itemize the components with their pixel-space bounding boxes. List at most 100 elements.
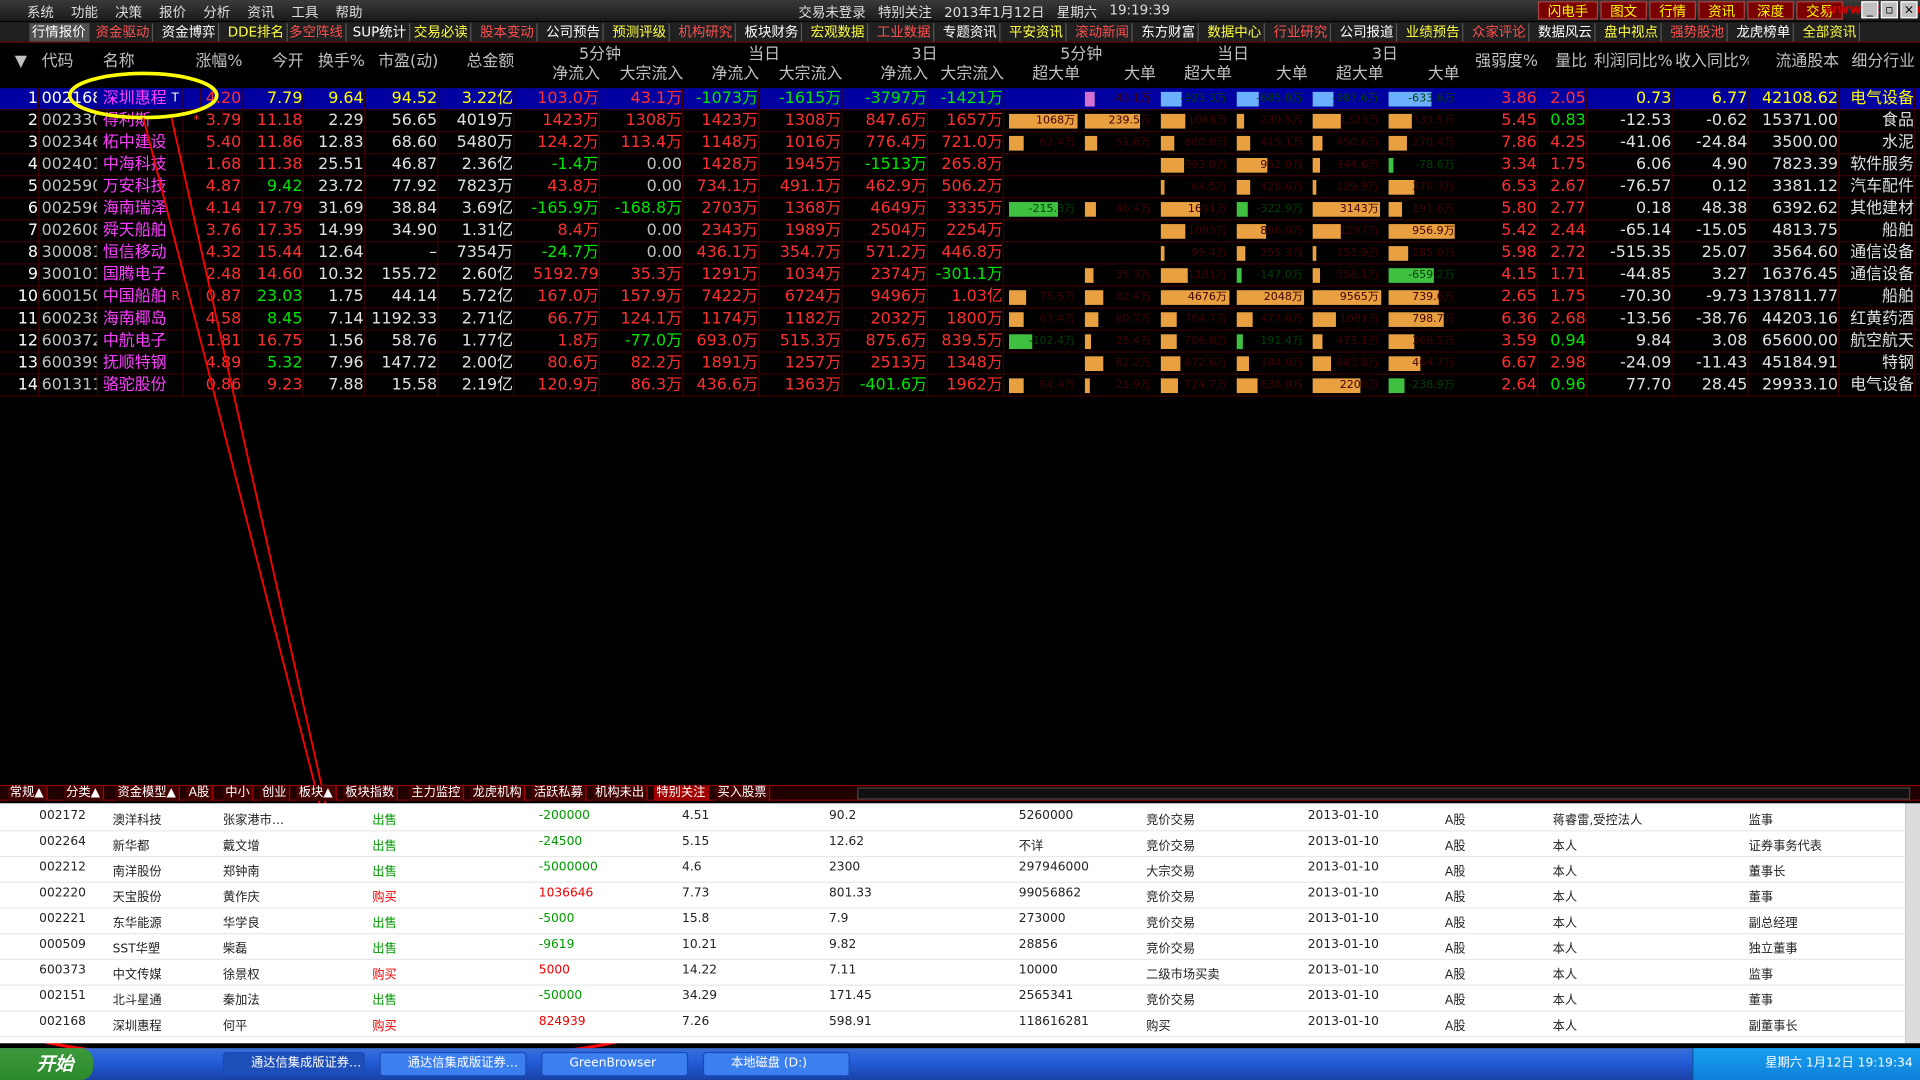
stock-row[interactable]: 13 600399 抚顺特钢 4.89 5.32 7.96 147.72 2.00亿 80.6万…	[0, 352, 1920, 375]
header-col[interactable]: 流通股本	[1751, 51, 1840, 73]
top-tab[interactable]: 数据中心	[1205, 23, 1265, 42]
header-col[interactable]: 市盈(动)	[367, 51, 438, 73]
top-tab[interactable]: 全部资讯	[1800, 23, 1861, 42]
header-col[interactable]: 大宗流入	[931, 64, 1004, 86]
header-col[interactable]: 大宗流入	[762, 64, 843, 86]
top-tab[interactable]: SUP统计	[350, 23, 410, 42]
menu-item-function[interactable]: 功能	[71, 2, 115, 22]
header-col[interactable]: 大单	[1386, 64, 1460, 86]
top-tab[interactable]: 行业研究	[1271, 23, 1332, 42]
top-tab[interactable]: 机构研究	[676, 23, 736, 42]
top-tab[interactable]: 平安资讯	[1007, 23, 1067, 42]
stock-row[interactable]: 4 002401 中海科技 1.68 11.38 25.51 46.87 2.36亿 -1.4万…	[0, 154, 1920, 177]
header-col[interactable]: 大宗流入	[602, 64, 684, 86]
bottom-tab[interactable]: 主力监控	[408, 786, 465, 801]
trade-row[interactable]: 600373 中文传媒 徐景权 购买 5000 14.22 7.11 10000 二级市场买卖 2…	[0, 960, 1906, 986]
header-col[interactable]: 超大单	[1007, 64, 1080, 86]
stock-row[interactable]: 9 300101 国腾电子 2.48 14.60 10.32 155.72 2.60亿 5192…	[0, 264, 1920, 287]
menu-item-tools[interactable]: 工具	[291, 2, 335, 22]
stock-row[interactable]: 3 002346 柘中建设 5.40 11.86 12.83 68.60 5480万 124.2…	[0, 132, 1920, 155]
header-col[interactable]: 大单	[1082, 64, 1156, 86]
bottom-tab[interactable]: 板块▲	[296, 786, 337, 801]
depth-button[interactable]: 深度	[1747, 1, 1794, 20]
bottom-tab[interactable]: 特别关注	[653, 786, 709, 801]
top-tab[interactable]: 股本变动	[478, 23, 538, 42]
task-greenbrowser[interactable]: GreenBrowser	[541, 1051, 689, 1077]
trade-row[interactable]: 002264 新华都 戴文增 出售 -24500 5.15 12.62 不详 竞价交易 2013-…	[0, 831, 1906, 858]
header-col[interactable]: 细分行业	[1842, 51, 1915, 73]
top-tab[interactable]: 宏观数据	[808, 23, 869, 42]
bottom-tab[interactable]: 买入股票	[715, 786, 771, 801]
header-col[interactable]: 换手%	[306, 51, 365, 73]
bottom-tab[interactable]: 分类▲	[63, 786, 104, 801]
header-col[interactable]: 总金额	[441, 51, 515, 73]
top-tab[interactable]: DDE排名	[225, 23, 288, 42]
top-tab[interactable]: 数据风云	[1536, 23, 1596, 42]
task-local-disk[interactable]: 本地磁盘 (D:)	[702, 1051, 850, 1077]
bottom-tab[interactable]: 资金模型▲	[115, 786, 180, 801]
flash-trade-button[interactable]: 闪电手	[1537, 1, 1598, 20]
bottom-tab[interactable]: 创业	[259, 786, 291, 801]
top-tab[interactable]: 公司报道	[1337, 23, 1398, 42]
header-col[interactable]: 量比	[1540, 51, 1587, 73]
trade-row[interactable]: 002172 澳洋科技 张家港市… 出售 -200000 4.51 90.2 5260000 竞…	[0, 806, 1906, 832]
stock-row[interactable]: 1 002168 深圳惠程 4.20 7.79 9.64 94.52 3.22亿 103.0万 4…	[0, 88, 1920, 111]
header-col[interactable]: 强弱度%	[1462, 51, 1538, 73]
header-col[interactable]: 超大单	[1310, 64, 1384, 86]
top-tab[interactable]: 资金驱动	[93, 23, 154, 42]
sort-dropdown-icon[interactable]: ▼	[15, 51, 27, 73]
stock-row[interactable]: 10 600150 中国船舶 0.87 23.03 1.75 44.14 5.72亿 167.0…	[0, 286, 1920, 309]
restore-icon[interactable]: ▫	[1880, 1, 1898, 19]
menu-item-analysis[interactable]: 分析	[203, 2, 247, 22]
header-col[interactable]: 名称	[103, 51, 184, 73]
header-col[interactable]: 超大单	[1158, 64, 1232, 86]
top-tab[interactable]: 行情报价	[29, 23, 90, 42]
menu-item-info[interactable]: 资讯	[247, 2, 291, 22]
bottom-tab[interactable]: 机构未出	[592, 786, 648, 801]
info-button[interactable]: 资讯	[1698, 1, 1745, 20]
close-icon[interactable]: ×	[1900, 1, 1918, 19]
horizontal-scrollbar[interactable]	[857, 787, 1911, 800]
stock-row[interactable]: 8 300081 恒信移动 4.32 15.44 12.64–7354万 -24.7万 0.0…	[0, 242, 1920, 265]
top-tab[interactable]: 交易必读	[411, 23, 472, 42]
task-tdx-1[interactable]: 通达信集成版证券…	[222, 1051, 365, 1077]
menu-item-quote[interactable]: 报价	[159, 2, 203, 22]
header-col[interactable]: 收入同比%	[1675, 51, 1748, 73]
vertical-scrollbar[interactable]	[1905, 803, 1920, 1044]
top-tab[interactable]: 板块财务	[742, 23, 803, 42]
bottom-tab[interactable]: A股	[186, 786, 213, 801]
top-tab[interactable]: 东方财富	[1139, 23, 1199, 42]
top-tab[interactable]: 强势股池	[1668, 23, 1728, 42]
top-tab[interactable]: 业绩预告	[1403, 23, 1464, 42]
top-tab[interactable]: 专题资讯	[940, 23, 1001, 42]
bottom-tab[interactable]: 常规▲	[7, 786, 48, 801]
trade-row[interactable]: 002151 北斗星通 秦加法 出售 -50000 34.29 171.45 2565341 竞…	[0, 986, 1906, 1012]
menu-item-decision[interactable]: 决策	[115, 2, 159, 22]
header-col[interactable]: 代码	[42, 51, 98, 73]
menu-item-system[interactable]: 系统	[27, 2, 71, 22]
top-tab[interactable]: 资金博弈	[159, 23, 220, 42]
trade-row[interactable]: 002220 天宝股份 黄作庆 购买 1036646 7.73 801.33 99056862…	[0, 883, 1906, 909]
stock-row[interactable]: 2 002330 得利斯 3.79 11.18 2.29 56.65 4019万 1423万 13…	[0, 110, 1920, 133]
header-col[interactable]: 涨幅%	[186, 51, 242, 73]
bottom-tab[interactable]: 中小	[222, 786, 254, 801]
stock-row[interactable]: 11 600238 海南椰岛 4.58 8.45 7.14 1192.33 2.71亿 66.7…	[0, 308, 1920, 331]
start-button[interactable]: 开始	[0, 1048, 94, 1080]
chart-text-button[interactable]: 图文	[1600, 1, 1647, 20]
top-tab[interactable]: 公司预告	[544, 23, 604, 42]
trade-row[interactable]: 000509 SST华塑 柴磊 出售 -9619 10.21 9.82 28856 竞价交易 20…	[0, 934, 1906, 961]
bottom-tab[interactable]: 板块指数	[342, 786, 398, 801]
bottom-tab[interactable]: 龙虎机构	[470, 786, 526, 801]
trade-row[interactable]: 002221 东华能源 华学良 出售 -5000 15.8 7.9 273000 竞价交易 201…	[0, 909, 1906, 935]
stock-row[interactable]: 5 002590 万安科技 4.87 9.42 23.72 77.92 7823万 43.8万 0…	[0, 176, 1920, 199]
top-tab[interactable]: 预测评级	[610, 23, 670, 42]
stock-row[interactable]: 12 600372 中航电子 1.81 16.75 1.56 58.76 1.77亿 1.8万 -…	[0, 330, 1920, 353]
top-tab[interactable]: 众家评论	[1469, 23, 1530, 42]
quote-button[interactable]: 行情	[1649, 1, 1696, 20]
stock-row[interactable]: 6 002596 海南瑞泽 4.14 17.79 31.69 38.84 3.69亿 -165.…	[0, 198, 1920, 221]
header-col[interactable]: 今开	[245, 51, 304, 73]
task-tdx-2[interactable]: 通达信集成版证券…	[379, 1051, 527, 1077]
header-col[interactable]: 净流入	[686, 64, 759, 86]
stock-row[interactable]: 7 002608 舜天船舶 3.76 17.35 14.99 34.90 1.31亿 8.4万 0…	[0, 220, 1920, 243]
top-tab[interactable]: 多空阵线	[287, 23, 347, 42]
